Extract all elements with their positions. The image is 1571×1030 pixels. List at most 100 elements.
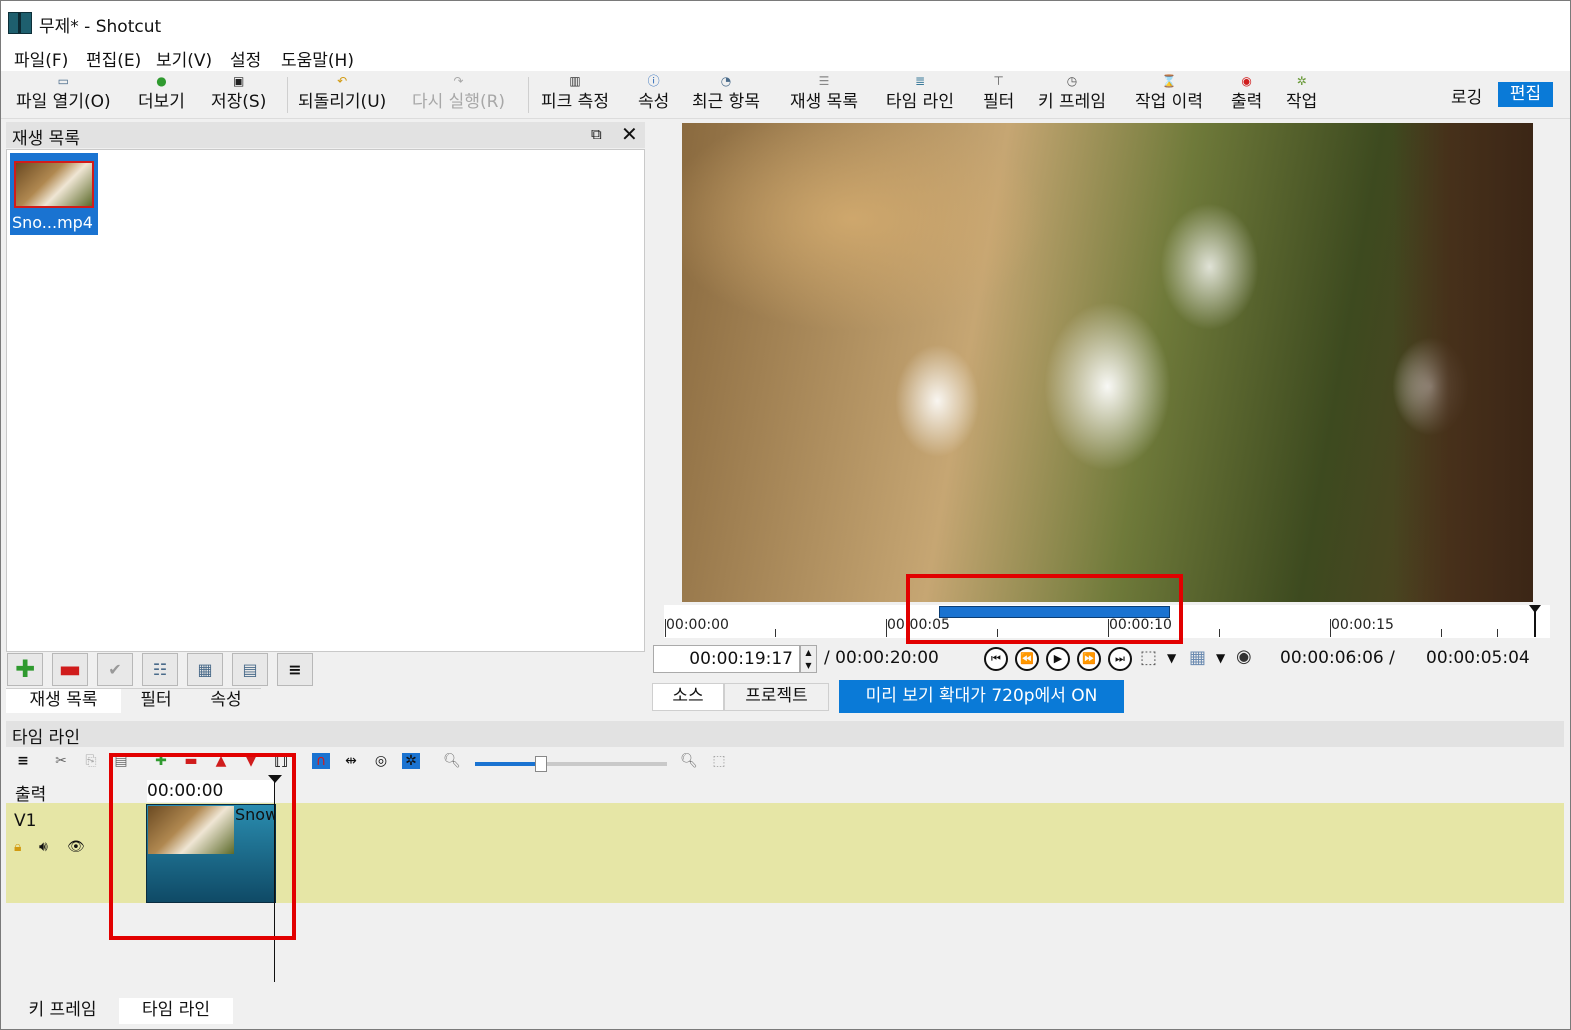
zoom-out-icon[interactable]: 🔍︎ [443, 753, 461, 769]
grid-icon[interactable]: ▦ [1189, 647, 1206, 668]
tab-timeline[interactable]: 타임 라인 [119, 998, 233, 1024]
play-icon[interactable]: ▶ [1046, 647, 1070, 671]
ruler-label: 00:00:00 [666, 617, 729, 633]
peak-meter-button[interactable]: ▥ 피크 측정 [541, 71, 609, 117]
window-title: 무제* - Shotcut [39, 17, 162, 37]
chevron-down-icon[interactable]: ▼ [1216, 651, 1225, 665]
timeline-dock-header: 타임 라인 [6, 721, 1564, 748]
properties-button[interactable]: ⓘ 속성 [638, 71, 669, 117]
menu-settings[interactable]: 설정 [230, 46, 261, 71]
remaining-time: 00:00:05:04 [1426, 648, 1530, 668]
undo-button[interactable]: ↶ 되돌리기(U) [298, 71, 386, 117]
playlist-add-button[interactable]: ✚ [7, 653, 43, 686]
ruler-label: 00:00:15 [1331, 617, 1394, 633]
redo-button[interactable]: ↷ 다시 실행(R) [412, 71, 505, 117]
playlist-menu-button[interactable]: ≡ [277, 653, 313, 686]
total-duration: / 00:00:20:00 [824, 648, 939, 668]
jobs-button[interactable]: ✲ 작업 [1286, 71, 1317, 117]
menu-edit[interactable]: 편집(E) [86, 46, 141, 71]
toolbar-separator [528, 77, 529, 113]
ripple-all-icon[interactable]: ✲ [402, 753, 420, 769]
rewind-icon[interactable]: ⏪ [1015, 647, 1039, 671]
playlist-area[interactable]: Sno...mp4 [6, 149, 645, 652]
fast-forward-icon[interactable]: ⏩ [1077, 647, 1101, 671]
in-out-duration: 00:00:06:06 / [1280, 648, 1395, 668]
save-button[interactable]: ▣ 저장(S) [211, 71, 266, 117]
playlist-update-button[interactable]: ✔ [97, 653, 133, 686]
playlist-dock-header: 재생 목록 ⧉ ✕ [6, 122, 645, 149]
player-playhead-icon[interactable] [1527, 605, 1543, 637]
playlist-item[interactable]: Sno...mp4 [10, 153, 98, 235]
keyframes-button[interactable]: ◷ 키 프레임 [1038, 71, 1106, 117]
recent-icon: ◔ [720, 74, 732, 88]
clip-thumbnail [14, 161, 94, 208]
dock-float-icon[interactable]: ⧉ [591, 125, 602, 143]
lock-icon[interactable]: 🔒︎ [14, 839, 21, 855]
history-button[interactable]: ⌛ 작업 이력 [1135, 71, 1203, 117]
tab-source[interactable]: 소스 [652, 683, 724, 711]
chevron-down-icon[interactable]: ▼ [1167, 651, 1176, 665]
recent-button[interactable]: ◔ 최근 항목 [692, 71, 760, 117]
timeline-button[interactable]: ≣ 타임 라인 [886, 71, 954, 117]
layout-editing-button[interactable]: 편집 [1498, 82, 1553, 107]
video-image-detail [1393, 123, 1533, 602]
ruler-tick [1497, 629, 1498, 637]
undo-icon: ↶ [337, 74, 348, 88]
history-icon: ⌛ [1161, 74, 1177, 88]
cut-icon[interactable]: ✂ [52, 753, 70, 769]
playlist-tiles-view-button[interactable]: ▦ [187, 653, 223, 686]
volume-icon[interactable]: ◉ [1236, 646, 1252, 667]
toolbar-separator [287, 77, 288, 113]
playlist-button[interactable]: ☰ 재생 목록 [790, 71, 858, 117]
menu-file[interactable]: 파일(F) [14, 46, 68, 71]
scrub-icon[interactable]: ⇹ [342, 753, 360, 769]
zoom-in-icon[interactable]: 🔍︎ [680, 753, 698, 769]
keyframe-icon: ◷ [1066, 74, 1078, 88]
playlist-remove-button[interactable]: ▬ [52, 653, 88, 686]
preview-scaling-notice[interactable]: 미리 보기 확대가 720p에서 ON [839, 680, 1124, 713]
eye-icon[interactable]: 👁︎ [67, 839, 85, 855]
zoom-toggle-icon[interactable]: ⬚ [1140, 647, 1157, 668]
speaker-icon[interactable]: 🔊︎ [39, 839, 48, 855]
position-timecode-field[interactable]: 00:00:19:17 [653, 645, 800, 673]
output-track-label: 출력 [15, 785, 47, 805]
playlist-button-bar: ✚ ▬ ✔ ☷ ▦ ▤ ≡ [6, 653, 645, 689]
bottom-tab-bar: 키 프레임 타임 라인 [6, 998, 1564, 1024]
skip-previous-icon[interactable]: ⏮ [984, 647, 1008, 671]
menu-help[interactable]: 도움말(H) [281, 46, 354, 71]
tab-project[interactable]: 프로젝트 [724, 683, 829, 711]
export-button[interactable]: ◉ 출력 [1231, 71, 1262, 117]
playlist-icon: ☰ [818, 74, 830, 88]
ripple-icon[interactable]: ◎ [372, 753, 390, 769]
annotation-highlight-box [906, 574, 1183, 644]
ruler-tick [775, 629, 776, 637]
filter-icon: ⊤ [993, 74, 1004, 88]
timeline-icon: ≣ [914, 74, 926, 88]
timecode-spinner[interactable]: ▲ ▼ [800, 645, 817, 673]
open-file-button[interactable]: ▭ 파일 열기(O) [16, 71, 111, 117]
tab-playlist[interactable]: 재생 목록 [6, 688, 121, 713]
skip-next-icon[interactable]: ⏭ [1108, 647, 1132, 671]
annotation-highlight-box [109, 753, 296, 940]
snap-icon[interactable]: ∩ [312, 753, 330, 769]
tab-filters[interactable]: 필터 [121, 688, 191, 713]
dock-close-icon[interactable]: ✕ [621, 122, 638, 146]
jobs-icon: ✲ [1296, 74, 1307, 88]
tab-keyframes[interactable]: 키 프레임 [6, 998, 119, 1024]
timeline-menu-icon[interactable]: ≡ [14, 753, 32, 769]
zoom-fit-icon[interactable]: ⬚ [710, 753, 728, 769]
video-preview[interactable] [682, 123, 1533, 602]
menu-bar: 파일(F) 편집(E) 보기(V) 설정 도움말(H) [1, 43, 1570, 71]
filters-button[interactable]: ⊤ 필터 [983, 71, 1014, 117]
playlist-icons-view-button[interactable]: ▤ [232, 653, 268, 686]
layout-logging-button[interactable]: 로깅 [1451, 83, 1482, 108]
track-lane-v1[interactable] [146, 803, 1564, 903]
timeline-zoom-fill [475, 762, 541, 766]
copy-icon[interactable]: ⎘ [82, 753, 100, 769]
title-bar: 무제* - Shotcut [1, 1, 1570, 43]
playlist-details-view-button[interactable]: ☷ [142, 653, 178, 686]
tab-properties[interactable]: 속성 [191, 688, 261, 713]
more-button[interactable]: ● 더보기 [138, 71, 185, 117]
timeline-zoom-handle[interactable] [535, 756, 547, 772]
menu-view[interactable]: 보기(V) [156, 46, 212, 71]
